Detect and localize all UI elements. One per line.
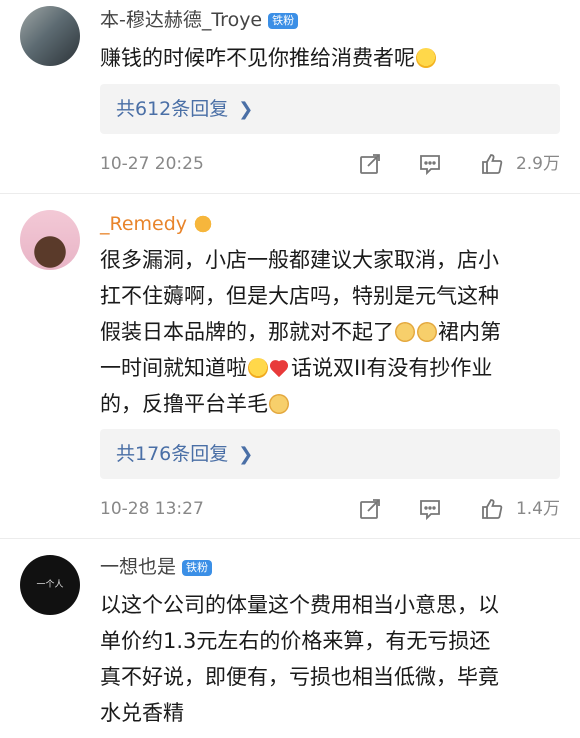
username-text: _Remedy [100,213,188,235]
divider [0,538,580,539]
username[interactable]: 一想也是 铁粉 [100,555,213,579]
avatar[interactable]: 一个人 [20,555,80,615]
comment-line-text: 一时间就知道啦 [100,356,247,380]
comment-line: 真不好说，即便有，亏损也相当低微，毕竟 [100,665,499,689]
comment-item: _Remedy 很多漏洞，小店一般都建议大家取消，店小 扛不住薅啊，但是大店吗，… [0,200,580,540]
dog-face-icon [269,394,289,414]
laughing-face-icon [248,358,268,378]
thumbs-up-icon[interactable] [480,152,504,176]
comment-item: 本-穆达赫德_Troye 铁粉 赚钱的时候咋不见你推给消费者呢 共612条回复 ❯ … [0,0,580,200]
replies-label: 共612条回复 [116,98,229,120]
username[interactable]: 本-穆达赫德_Troye 铁粉 [100,8,299,32]
comment-line: 一时间就知道啦 话说双II有没有抄作业 [100,350,570,386]
replies-button[interactable]: 共612条回复 ❯ [100,84,560,134]
chevron-right-icon: ❯ [238,99,254,120]
timestamp: 10-28 13:27 [100,499,204,519]
username-text: 一想也是 [100,556,177,578]
comment-line: 水兑香精 [100,701,184,725]
divider [0,193,580,194]
heart-icon [270,360,290,378]
username-text: 本-穆达赫德_Troye [100,9,263,31]
comment-line-text: 假装日本品牌的，那就对不起了 [100,320,394,344]
avatar[interactable] [20,210,80,270]
fan-badge: 铁粉 [182,560,213,576]
crown-icon [193,213,214,233]
avatar[interactable] [20,6,80,66]
repost-icon[interactable] [358,152,382,176]
comment-text: 以这个公司的体量这个费用相当小意思，以 单价约1.3元左右的价格来算，有无亏损还… [100,587,570,731]
like-count: 1.4万 [515,499,560,519]
replies-button[interactable]: 共176条回复 ❯ [100,429,560,479]
repost-icon[interactable] [358,497,382,521]
comment-line: 的，反撸平台羊毛 [100,386,570,422]
comment-line-text: 裙内第 [438,320,501,344]
comment-line-text: 的，反撸平台羊毛 [100,392,268,416]
comment-line: 假装日本品牌的，那就对不起了 裙内第 [100,314,570,350]
dog-face-icon [417,322,437,342]
comment-line-text: 话说双II有没有抄作业 [291,356,493,380]
comment-line: 很多漏洞，小店一般都建议大家取消，店小 [100,248,499,272]
comment-feed: 本-穆达赫德_Troye 铁粉 赚钱的时候咋不见你推给消费者呢 共612条回复 ❯ … [0,0,580,738]
comment-meta: 10-27 20:25 2.9万 [100,149,570,179]
comment-icon[interactable] [418,497,442,521]
like-count: 2.9万 [515,154,560,174]
comment-text: 赚钱的时候咋不见你推给消费者呢 [100,40,570,76]
thumbs-up-icon[interactable] [480,497,504,521]
avatar-text: 一个人 [36,580,64,590]
chevron-right-icon: ❯ [238,444,254,465]
timestamp: 10-27 20:25 [100,154,204,174]
comment-line: 以这个公司的体量这个费用相当小意思，以 [100,593,499,617]
comment-line: 单价约1.3元左右的价格来算，有无亏损还 [100,629,491,653]
username[interactable]: _Remedy [100,212,214,236]
comment-item: 一个人 一想也是 铁粉 以这个公司的体量这个费用相当小意思，以 单价约1.3元左右… [0,545,580,738]
comment-icon[interactable] [418,152,442,176]
comment-line: 扛不住薅啊，但是大店吗，特别是元气这种 [100,284,499,308]
comment-text-body: 赚钱的时候咋不见你推给消费者呢 [100,46,415,70]
fan-badge: 铁粉 [268,13,299,29]
comment-text: 很多漏洞，小店一般都建议大家取消，店小 扛不住薅啊，但是大店吗，特别是元气这种 … [100,242,570,422]
replies-label: 共176条回复 [116,443,229,465]
dog-face-icon [395,322,415,342]
comment-meta: 10-28 13:27 1.4万 [100,494,570,524]
yum-face-icon [416,48,436,68]
